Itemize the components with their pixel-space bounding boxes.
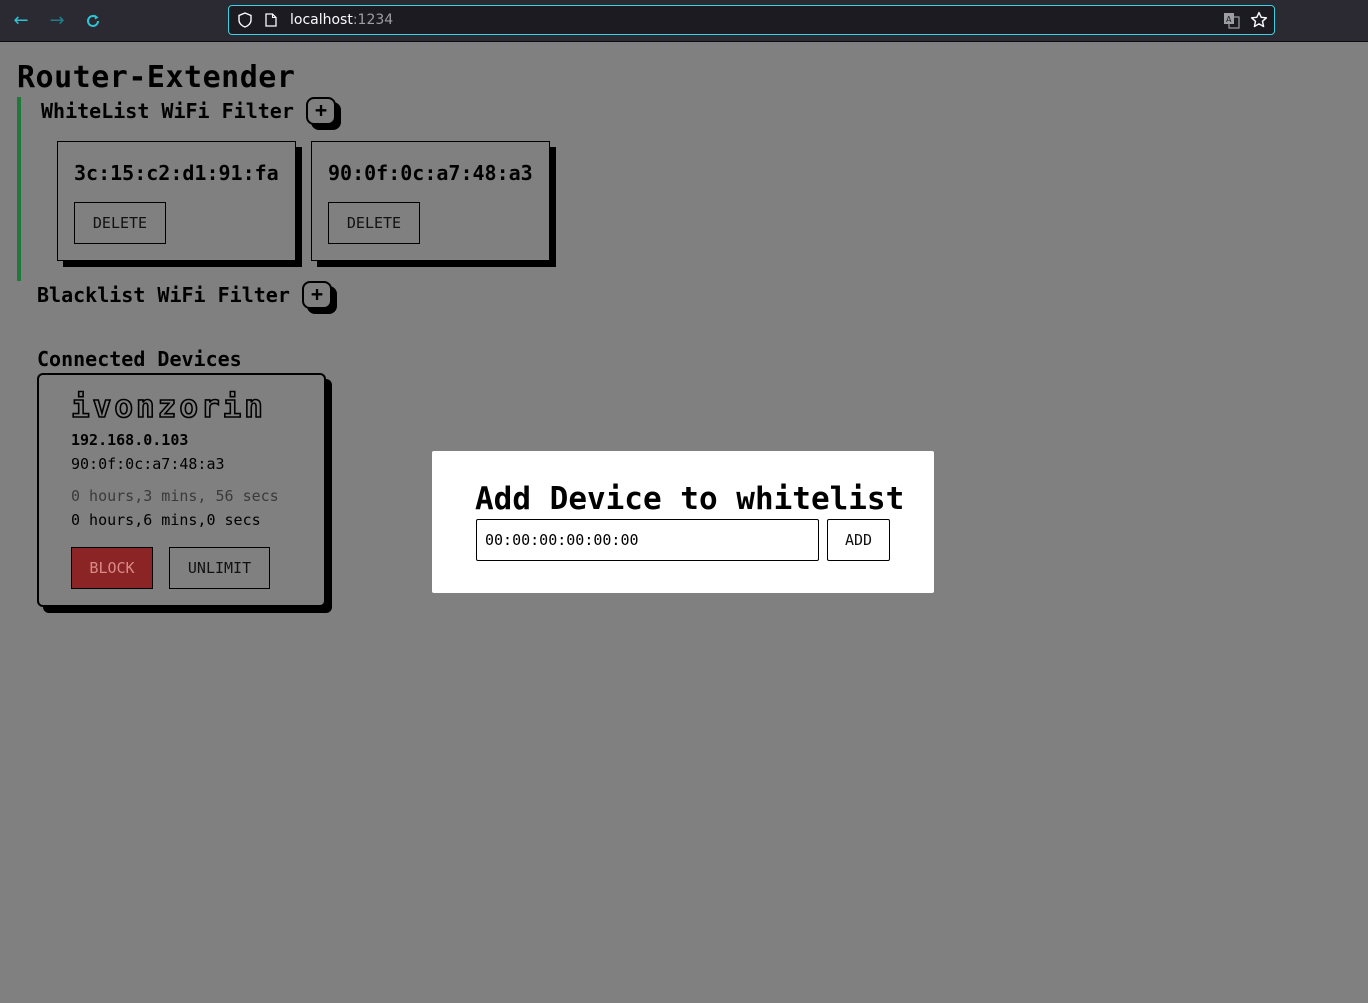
device-time-used: 0 hours,3 mins, 56 secs: [71, 487, 279, 505]
url-text[interactable]: localhost:1234: [290, 12, 393, 28]
svg-text:A: A: [1226, 15, 1232, 24]
whitelist-mac: 3c:15:c2:d1:91:fa: [74, 161, 279, 185]
translate-icon[interactable]: A: [1223, 12, 1240, 29]
address-bar[interactable]: localhost:1234 A: [228, 5, 1275, 35]
page-icon: [265, 13, 277, 27]
bookmark-star-icon[interactable]: [1250, 11, 1268, 29]
whitelist-title: WhiteList WiFi Filter: [41, 99, 294, 123]
whitelist-card: 3c:15:c2:d1:91:fa DELETE: [57, 141, 296, 261]
unlimit-button[interactable]: UNLIMIT: [169, 547, 270, 589]
whitelist-accent-bar: [17, 97, 21, 281]
connected-devices-title: Connected Devices: [37, 347, 242, 371]
device-time-limit: 0 hours,6 mins,0 secs: [71, 511, 261, 529]
forward-arrow-icon[interactable]: →: [46, 10, 68, 32]
block-button[interactable]: BLOCK: [71, 547, 153, 589]
delete-button[interactable]: DELETE: [74, 202, 166, 244]
blacklist-title: Blacklist WiFi Filter: [37, 283, 290, 307]
reload-icon[interactable]: [82, 10, 104, 32]
modal-title: Add Device to whitelist: [475, 481, 905, 517]
mac-address-input[interactable]: [476, 519, 819, 561]
device-ip: 192.168.0.103: [71, 431, 189, 449]
blacklist-add-button[interactable]: +: [302, 281, 332, 309]
delete-button[interactable]: DELETE: [328, 202, 420, 244]
app-title: Router-Extender: [17, 60, 296, 95]
shield-icon[interactable]: [237, 12, 253, 28]
whitelist-mac: 90:0f:0c:a7:48:a3: [328, 161, 533, 185]
device-card: ivonzorin 192.168.0.103 90:0f:0c:a7:48:a…: [37, 373, 326, 607]
browser-toolbar: ← → localhost:1234 A: [0, 0, 1368, 42]
whitelist-add-button[interactable]: +: [306, 97, 336, 125]
add-whitelist-modal: Add Device to whitelist ADD: [432, 451, 934, 593]
back-arrow-icon[interactable]: ←: [10, 10, 32, 32]
whitelist-card: 90:0f:0c:a7:48:a3 DELETE: [311, 141, 550, 261]
add-button[interactable]: ADD: [827, 519, 890, 561]
device-mac: 90:0f:0c:a7:48:a3: [71, 455, 225, 473]
device-name: ivonzorin: [70, 388, 266, 426]
